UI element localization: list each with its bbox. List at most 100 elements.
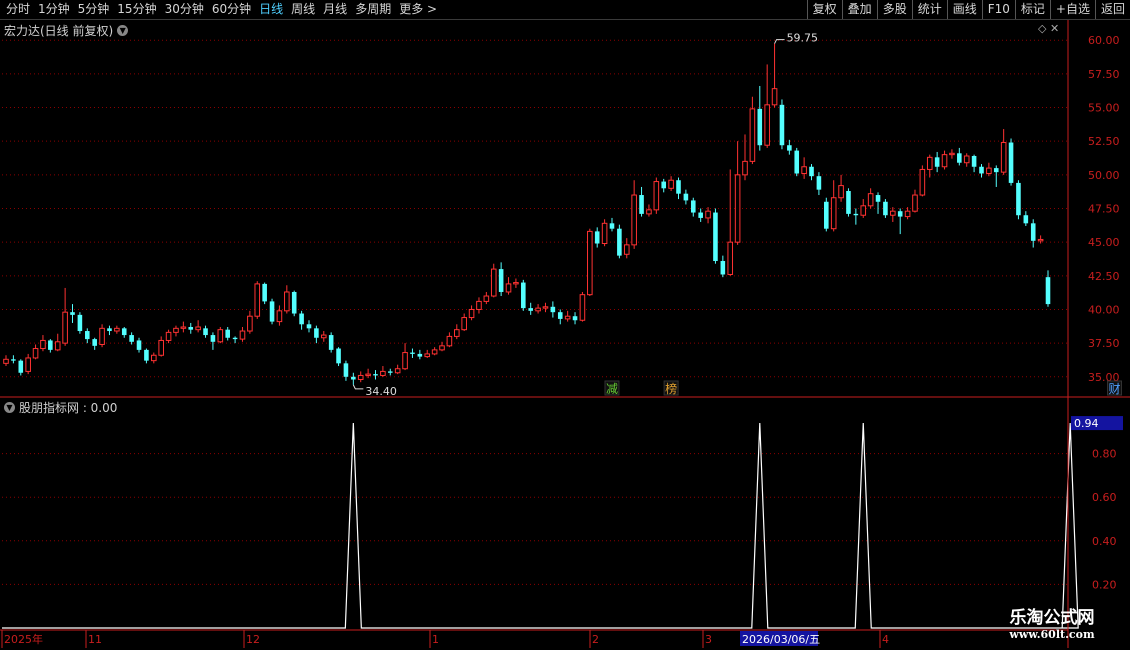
candle-body [54,341,61,351]
candle-body [32,348,39,359]
candle-body [535,307,541,312]
main-y-tick-label: 37.50 [1088,337,1120,350]
chevron-down-icon[interactable]: ▼ [4,402,15,413]
candle-body [299,313,304,325]
toolbar-button-6[interactable]: 标记 [1014,0,1050,19]
close-icon[interactable]: ✕ [1050,22,1059,35]
indicator-y-tick-label: 0.20 [1092,578,1117,591]
toolbar-button-2[interactable]: 多股 [876,0,912,19]
main-y-tick-label: 60.00 [1088,34,1120,47]
period-tab-0[interactable]: 分时 [6,2,30,17]
candle-body [158,339,164,356]
candle-body [114,327,120,332]
toolbar-button-8[interactable]: 返回 [1094,0,1130,19]
candle-body [92,339,97,346]
indicator-name: 股朋指标网 : 0.00 [19,401,118,415]
candle-body [439,345,445,351]
period-tab-3[interactable]: 15分钟 [117,2,156,17]
toolbar-button-5[interactable]: F10 [981,0,1015,19]
candle-body [461,317,467,331]
candle-body [579,294,586,321]
period-tab-4[interactable]: 30分钟 [165,2,204,17]
candle-body [698,212,703,218]
candle-body [247,315,253,332]
candle-body [3,358,9,364]
main-y-tick-label: 55.00 [1088,102,1120,115]
candle-body [631,194,637,246]
period-tab-10[interactable]: 更多 > [399,2,437,17]
period-tab-6[interactable]: 日线 [259,2,283,17]
candle-body [165,331,172,341]
main-y-tick-label: 57.50 [1088,68,1120,81]
candle-body [431,349,438,355]
candle-body [779,104,785,146]
period-tab-2[interactable]: 5分钟 [78,2,110,17]
period-tab-1[interactable]: 1分钟 [38,2,70,17]
diamond-icon[interactable]: ◇ [1038,22,1046,35]
candle-body [62,311,68,344]
candle-body [1023,215,1029,224]
candle-body [357,374,364,380]
candle-body [690,200,696,213]
x-axis-label: 2 [592,633,599,646]
main-y-tick-label: 45.00 [1088,236,1120,249]
candle-body [387,371,393,373]
candle-body [25,357,31,372]
candle-body [365,373,371,376]
candle-body [742,160,748,176]
period-tab-9[interactable]: 多周期 [355,2,391,17]
candle-body [151,354,157,362]
candle-body [639,195,644,214]
candle-body [963,155,970,164]
candle-body [107,328,112,332]
candle-body [1045,277,1051,305]
high-price-label: 59.75 [787,32,819,45]
marker-0: 减 [606,382,618,396]
stock-name: 宏力达(日线 前复权) [4,24,114,38]
indicator-y-tick-label: 0.80 [1092,448,1117,461]
toolbar-button-0[interactable]: 复权 [806,0,842,19]
period-tab-7[interactable]: 周线 [291,2,315,17]
toolbar-button-1[interactable]: 叠加 [841,0,877,19]
candle-body [1016,182,1021,216]
chevron-down-icon[interactable]: ▼ [117,25,129,36]
candle-body [764,104,770,146]
main-y-tick-label: 50.00 [1088,169,1120,182]
main-y-tick-label: 52.50 [1088,135,1120,148]
candle-body [601,222,608,245]
indicator-y-tick-label: 0.60 [1092,491,1117,504]
candle-body [284,291,290,312]
candle-body [48,340,53,350]
candle-body [476,300,482,310]
candle-body [314,328,319,338]
candle-body [99,327,105,345]
candle-body [993,168,999,173]
period-tab-8[interactable]: 月线 [323,2,347,17]
candle-body [809,166,814,177]
candle-body [195,326,201,331]
candle-body [306,324,312,329]
candle-body [320,334,327,339]
candle-body [661,181,667,189]
candle-body [757,108,763,146]
candle-body [787,145,792,151]
period-tab-5[interactable]: 60分钟 [212,2,251,17]
candle-body [853,213,859,216]
chart-options: ◇ ✕ [1038,22,1059,35]
main-y-tick-label: 40.00 [1088,303,1120,316]
candle-body [180,326,187,329]
candle-body [838,185,844,199]
toolbar-button-3[interactable]: 统计 [911,0,947,19]
candle-body [84,331,90,340]
toolbar-button-4[interactable]: 画线 [946,0,982,19]
signal-line [2,423,1079,629]
watermark-title: 乐淘公式网 [1009,608,1095,628]
candle-body [490,268,497,297]
indicator-title: ▼ 股朋指标网 : 0.00 [4,399,117,416]
candle-body [727,241,734,275]
kline-chart[interactable]: 60.00 57.50 55.00 52.50 50.00 47.50 45.00 42.50… [0,0,1130,650]
toolbar-button-7[interactable]: +自选 [1049,0,1095,19]
candle-body [70,312,75,315]
candle-body [971,155,977,167]
candle-body [498,269,504,292]
